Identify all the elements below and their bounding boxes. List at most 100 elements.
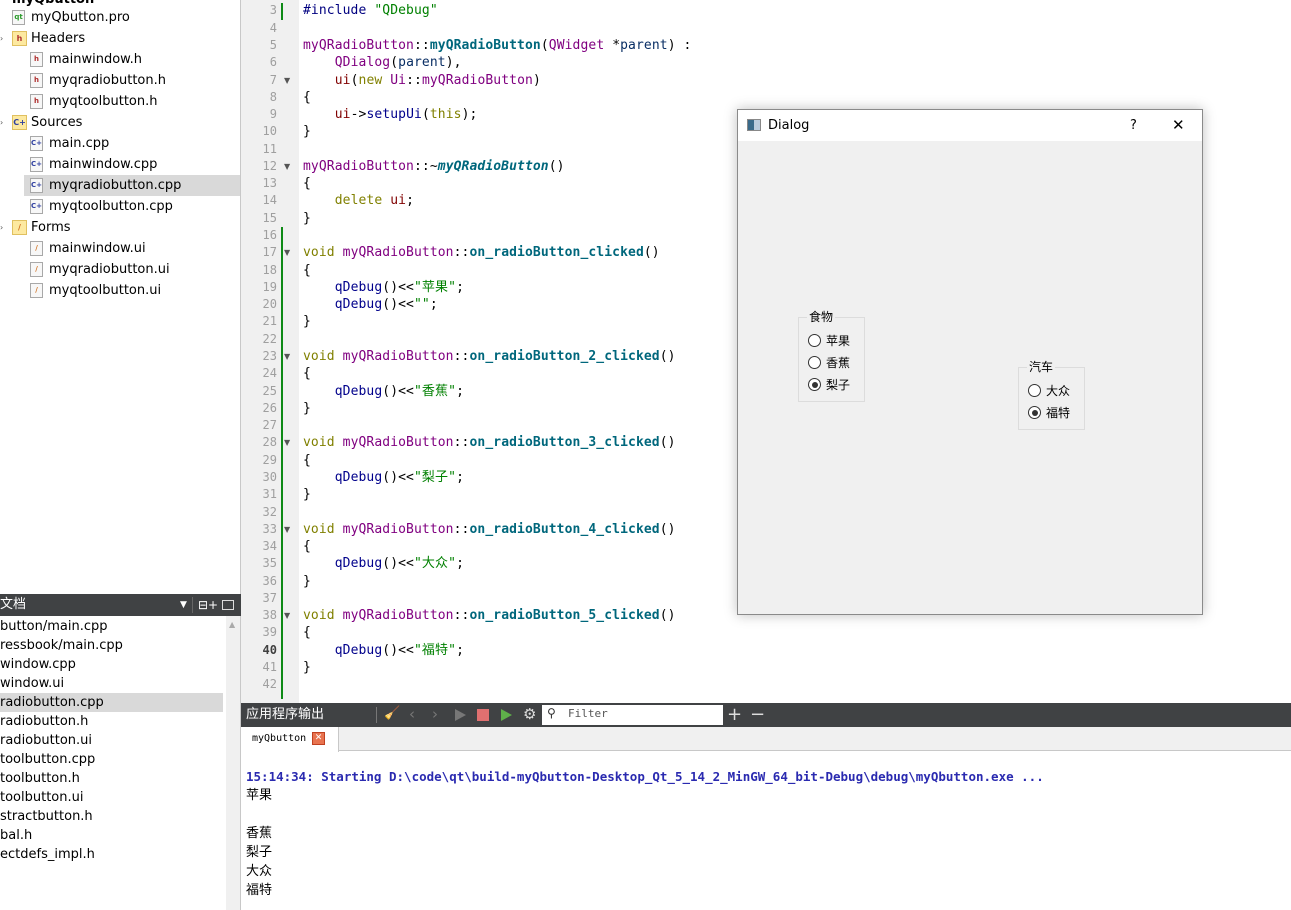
code-line[interactable]: ui(new Ui::myQRadioButton) bbox=[303, 72, 541, 89]
close-tab-icon[interactable]: ✕ bbox=[312, 732, 325, 745]
scroll-up-icon[interactable]: ▲ bbox=[229, 620, 235, 629]
code-line[interactable]: { bbox=[303, 262, 311, 279]
code-line[interactable]: void myQRadioButton::on_radioButton_3_cl… bbox=[303, 434, 676, 451]
next-icon[interactable]: › bbox=[432, 705, 438, 723]
open-document-item[interactable]: toolbutton.cpp bbox=[0, 750, 223, 769]
dialog-title-bar[interactable]: Dialog ? ✕ bbox=[738, 110, 1202, 141]
open-document-item[interactable]: ectdefs_impl.h bbox=[0, 845, 223, 864]
code-line[interactable]: #include "QDebug" bbox=[303, 2, 438, 19]
open-document-item[interactable]: radiobutton.cpp bbox=[0, 693, 223, 712]
open-document-item[interactable]: bal.h bbox=[0, 826, 223, 845]
code-line[interactable]: } bbox=[303, 659, 311, 676]
code-line[interactable]: void myQRadioButton::on_radioButton_clic… bbox=[303, 244, 660, 261]
split-icon[interactable]: ⊟+ bbox=[198, 594, 218, 616]
tree-item[interactable]: / mainwindow.ui bbox=[0, 238, 240, 259]
clean-broom-icon[interactable]: 🧹 bbox=[384, 706, 400, 721]
expand-arrow-icon[interactable]: › bbox=[0, 28, 3, 49]
tree-item[interactable]: h myqtoolbutton.h bbox=[0, 91, 240, 112]
fold-arrow-icon[interactable]: ▼ bbox=[284, 158, 290, 175]
code-line[interactable]: } bbox=[303, 313, 311, 330]
radio-button[interactable]: 香蕉 bbox=[808, 353, 850, 373]
code-line[interactable]: qDebug()<<""; bbox=[303, 296, 438, 313]
tree-item[interactable]: C+ mainwindow.cpp bbox=[0, 154, 240, 175]
zoom-in-icon[interactable]: + bbox=[727, 703, 742, 727]
tree-item-label: myQbutton.pro bbox=[31, 10, 130, 25]
code-line[interactable]: } bbox=[303, 123, 311, 140]
fold-arrow-icon[interactable]: ▼ bbox=[284, 244, 290, 261]
code-line[interactable]: qDebug()<<"大众"; bbox=[303, 555, 464, 572]
open-document-item[interactable]: radiobutton.ui bbox=[0, 731, 223, 750]
code-line[interactable]: qDebug()<<"福特"; bbox=[303, 642, 464, 659]
dropdown-icon[interactable]: ▼ bbox=[180, 594, 187, 616]
close-pane-icon[interactable] bbox=[222, 600, 234, 610]
tree-item[interactable]: / myqradiobutton.ui bbox=[0, 259, 240, 280]
rerun-icon[interactable] bbox=[501, 709, 512, 721]
code-line[interactable]: } bbox=[303, 573, 311, 590]
code-line[interactable]: } bbox=[303, 400, 311, 417]
tree-item[interactable]: / myqtoolbutton.ui bbox=[0, 280, 240, 301]
code-line[interactable]: } bbox=[303, 210, 311, 227]
code-line[interactable]: myQRadioButton::myQRadioButton(QWidget *… bbox=[303, 37, 691, 54]
open-document-item[interactable]: ressbook/main.cpp bbox=[0, 636, 223, 655]
radio-button[interactable]: 大众 bbox=[1028, 381, 1070, 401]
fold-arrow-icon[interactable]: ▼ bbox=[284, 607, 290, 624]
fold-arrow-icon[interactable]: ▼ bbox=[284, 348, 290, 365]
tree-item[interactable]: C+ myqtoolbutton.cpp bbox=[0, 196, 240, 217]
code-line[interactable]: { bbox=[303, 538, 311, 555]
open-document-item[interactable]: window.ui bbox=[0, 674, 223, 693]
run-icon[interactable] bbox=[455, 709, 466, 721]
open-document-item[interactable]: stractbutton.h bbox=[0, 807, 223, 826]
tree-item[interactable]: C+ main.cpp bbox=[0, 133, 240, 154]
filter-input[interactable]: ⚲ Filter bbox=[542, 705, 723, 725]
code-line[interactable]: void myQRadioButton::on_radioButton_2_cl… bbox=[303, 348, 676, 365]
fold-arrow-icon[interactable]: ▼ bbox=[284, 434, 290, 451]
code-line[interactable]: QDialog(parent), bbox=[303, 54, 462, 71]
tree-item[interactable]: h mainwindow.h bbox=[0, 49, 240, 70]
radio-unchecked-icon[interactable] bbox=[1028, 384, 1041, 397]
open-document-item[interactable]: button/main.cpp bbox=[0, 617, 223, 636]
expand-arrow-icon[interactable]: › bbox=[0, 217, 3, 238]
radio-button[interactable]: 梨子 bbox=[808, 375, 850, 395]
tree-item[interactable]: › / Forms bbox=[0, 217, 240, 238]
open-document-item[interactable]: window.cpp bbox=[0, 655, 223, 674]
tree-item[interactable]: C+ myqradiobutton.cpp bbox=[24, 175, 240, 196]
radio-unchecked-icon[interactable] bbox=[808, 356, 821, 369]
previous-icon[interactable]: ‹ bbox=[409, 705, 415, 723]
open-document-item[interactable]: toolbutton.h bbox=[0, 769, 223, 788]
code-line[interactable]: qDebug()<<"香蕉"; bbox=[303, 383, 464, 400]
open-document-item[interactable]: toolbutton.ui bbox=[0, 788, 223, 807]
scrollbar[interactable]: ▲ bbox=[226, 616, 240, 910]
code-line[interactable]: { bbox=[303, 89, 311, 106]
tree-item[interactable]: h myqradiobutton.h bbox=[0, 70, 240, 91]
zoom-out-icon[interactable]: − bbox=[750, 703, 765, 727]
radio-checked-icon[interactable] bbox=[808, 378, 821, 391]
code-line[interactable]: void myQRadioButton::on_radioButton_5_cl… bbox=[303, 607, 676, 624]
radio-checked-icon[interactable] bbox=[1028, 406, 1041, 419]
code-line[interactable]: ui->setupUi(this); bbox=[303, 106, 478, 123]
code-line[interactable]: { bbox=[303, 175, 311, 192]
code-line[interactable]: qDebug()<<"梨子"; bbox=[303, 469, 464, 486]
tree-item[interactable]: › C+ Sources bbox=[0, 112, 240, 133]
radio-button[interactable]: 福特 bbox=[1028, 403, 1070, 423]
code-line[interactable]: delete ui; bbox=[303, 192, 414, 209]
radio-button[interactable]: 苹果 bbox=[808, 331, 850, 351]
code-line[interactable]: void myQRadioButton::on_radioButton_4_cl… bbox=[303, 521, 676, 538]
close-button[interactable]: ✕ bbox=[1172, 110, 1185, 141]
fold-arrow-icon[interactable]: ▼ bbox=[284, 72, 290, 89]
stop-icon[interactable] bbox=[477, 709, 489, 721]
fold-arrow-icon[interactable]: ▼ bbox=[284, 521, 290, 538]
code-line[interactable]: { bbox=[303, 452, 311, 469]
expand-arrow-icon[interactable]: › bbox=[0, 112, 3, 133]
radio-unchecked-icon[interactable] bbox=[808, 334, 821, 347]
code-line[interactable]: } bbox=[303, 486, 311, 503]
code-line[interactable]: qDebug()<<"苹果"; bbox=[303, 279, 464, 296]
help-button[interactable]: ? bbox=[1130, 110, 1137, 141]
tree-item[interactable]: qt myQbutton.pro bbox=[0, 7, 240, 28]
code-line[interactable]: myQRadioButton::~myQRadioButton() bbox=[303, 158, 565, 175]
output-tab-myqbutton[interactable]: myQbutton ✕ bbox=[241, 727, 339, 752]
open-document-item[interactable]: radiobutton.h bbox=[0, 712, 223, 731]
code-line[interactable]: { bbox=[303, 624, 311, 641]
tree-item[interactable]: › h Headers bbox=[0, 28, 240, 49]
settings-gear-icon[interactable]: ⚙ bbox=[523, 705, 536, 723]
code-line[interactable]: { bbox=[303, 365, 311, 382]
